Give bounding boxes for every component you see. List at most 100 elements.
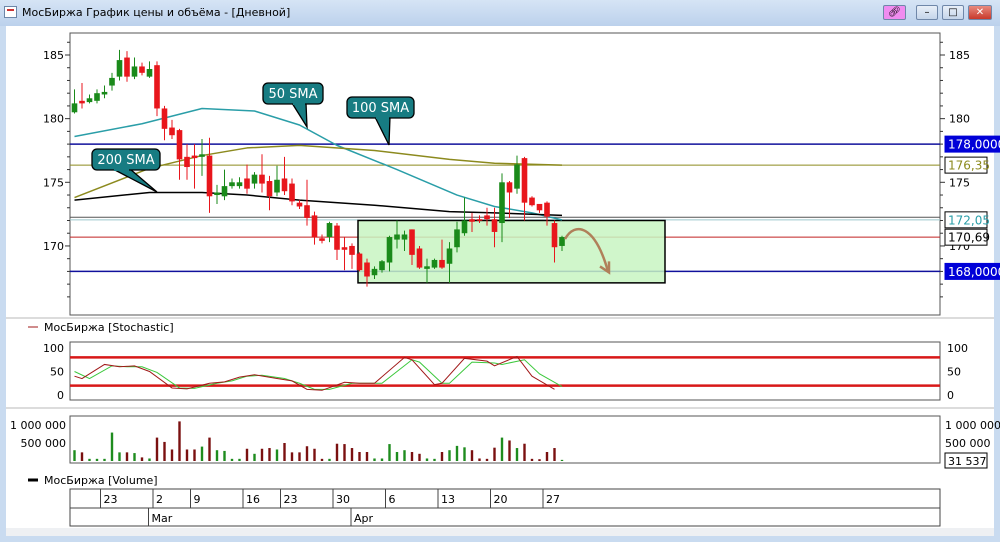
candle-body <box>94 93 100 101</box>
volume-bar <box>508 440 511 461</box>
date-tick-label: 27 <box>546 493 560 506</box>
stochastic-plot-area[interactable] <box>69 341 941 401</box>
price-level-tag-label: 178,00000 <box>948 138 1000 152</box>
volume-bar <box>260 448 264 461</box>
volume-bar <box>73 450 76 461</box>
left-price-tick-label: 170 <box>43 240 64 253</box>
price-level-tag-label: 170,69 <box>948 231 990 245</box>
date-tick-label: 20 <box>494 493 508 506</box>
volume-bar <box>170 449 174 461</box>
volume-bar <box>163 441 166 461</box>
candle-body <box>349 245 355 255</box>
volume-bar <box>478 458 481 461</box>
price-level-tag-label: 172,05 <box>948 213 990 227</box>
candle-body <box>221 186 228 197</box>
volume-bar <box>185 449 189 461</box>
candle-body <box>154 65 160 109</box>
volume-bar <box>358 452 361 461</box>
right-price-tick-label: 185 <box>949 49 970 62</box>
candle-body <box>199 154 205 157</box>
candle-body <box>109 77 115 86</box>
candle-body <box>341 247 348 250</box>
volume-bar <box>110 432 114 461</box>
volume-bar <box>380 458 384 461</box>
candle-body <box>146 69 153 77</box>
candle-body <box>266 181 273 197</box>
volume-bar <box>448 450 451 461</box>
last-volume-label: 31 537 <box>948 455 987 468</box>
volume-bar <box>283 443 286 461</box>
volume-bar <box>553 448 556 461</box>
callout-label: 200 SMA <box>97 153 154 168</box>
volume-bar <box>515 448 519 461</box>
candle-body <box>161 108 168 129</box>
chart-canvas[interactable]: 185 185180 180175 175170 170 50 SMA100 SMA20… <box>0 0 1000 542</box>
volume-bar <box>350 448 354 461</box>
candle-body <box>116 60 123 77</box>
volume-bar <box>500 437 504 461</box>
date-axis: 23 2 9 16 23 30 6 13 20 27 Mar Apr <box>69 488 941 527</box>
candle-body <box>334 225 340 250</box>
candle-body <box>544 202 550 217</box>
volume-bar <box>523 443 526 461</box>
candle-body <box>274 179 280 193</box>
candle-body <box>491 219 498 232</box>
date-tick-label: 6 <box>389 493 396 506</box>
right-price-tick-label: 180 <box>949 113 970 126</box>
volume-bar <box>95 458 99 461</box>
volume-bar <box>335 443 339 461</box>
volume-bar <box>253 453 256 461</box>
volume-bar <box>238 458 241 461</box>
price-level-tag-label: 176,35 <box>948 159 990 173</box>
stochastic-panel: МосБиржа [Stochastic] 100 100 50 50 0 0 <box>28 321 968 402</box>
candle-body <box>409 229 415 255</box>
candle-body <box>304 205 310 218</box>
candle-body <box>169 127 175 136</box>
horizontal-scrollbar[interactable] <box>6 528 994 536</box>
date-tick-label: 23 <box>104 493 118 506</box>
volume-bar <box>148 458 151 461</box>
callout-label: 100 SMA <box>352 101 409 116</box>
volume-bar <box>365 452 369 461</box>
volume-bar <box>463 447 466 461</box>
candle-body <box>319 238 325 241</box>
candle-body <box>86 98 93 103</box>
stochastic-tick-label: 100 <box>43 342 64 355</box>
volume-bar <box>485 458 489 461</box>
volume-bar <box>200 446 204 461</box>
date-tick-label: 23 <box>284 493 298 506</box>
date-tick-label: 2 <box>156 493 163 506</box>
price-panel: 185 185180 180175 175170 170 50 SMA100 SMA20… <box>43 32 1000 316</box>
callout-label: 50 SMA <box>268 87 317 102</box>
volume-bar <box>395 452 399 461</box>
right-price-tick-label: 175 <box>949 176 970 189</box>
volume-bar <box>290 452 294 461</box>
candle-body <box>71 103 78 113</box>
candle-body <box>364 262 370 277</box>
volume-bar <box>103 458 106 461</box>
volume-bar <box>133 453 136 461</box>
volume-bar <box>328 458 331 461</box>
volume-plot-area[interactable] <box>69 415 941 464</box>
left-price-tick-label: 175 <box>43 176 64 189</box>
candle-body <box>131 66 138 77</box>
volume-bar <box>178 421 181 461</box>
candle-body <box>401 234 408 240</box>
candle-body <box>446 248 453 264</box>
candle-body <box>296 202 303 207</box>
volume-legend: МосБиржа [Volume] <box>44 474 158 487</box>
candle-body <box>394 234 400 240</box>
candle-body <box>356 253 363 271</box>
volume-bar <box>230 458 234 461</box>
volume-bar <box>193 449 196 461</box>
volume-panel: 1 000 000 1 000 000 500 000 500 000 31 537 М… <box>10 415 1000 487</box>
callout-joint <box>293 102 305 105</box>
volume-bar <box>140 457 144 461</box>
stochastic-tick-label: 0 <box>57 389 64 402</box>
volume-bar <box>298 452 301 461</box>
date-tick-label: 13 <box>441 493 455 506</box>
volume-bar <box>530 458 534 461</box>
volume-bar <box>118 452 121 461</box>
volume-bar <box>320 458 324 461</box>
candle-body <box>289 183 295 202</box>
